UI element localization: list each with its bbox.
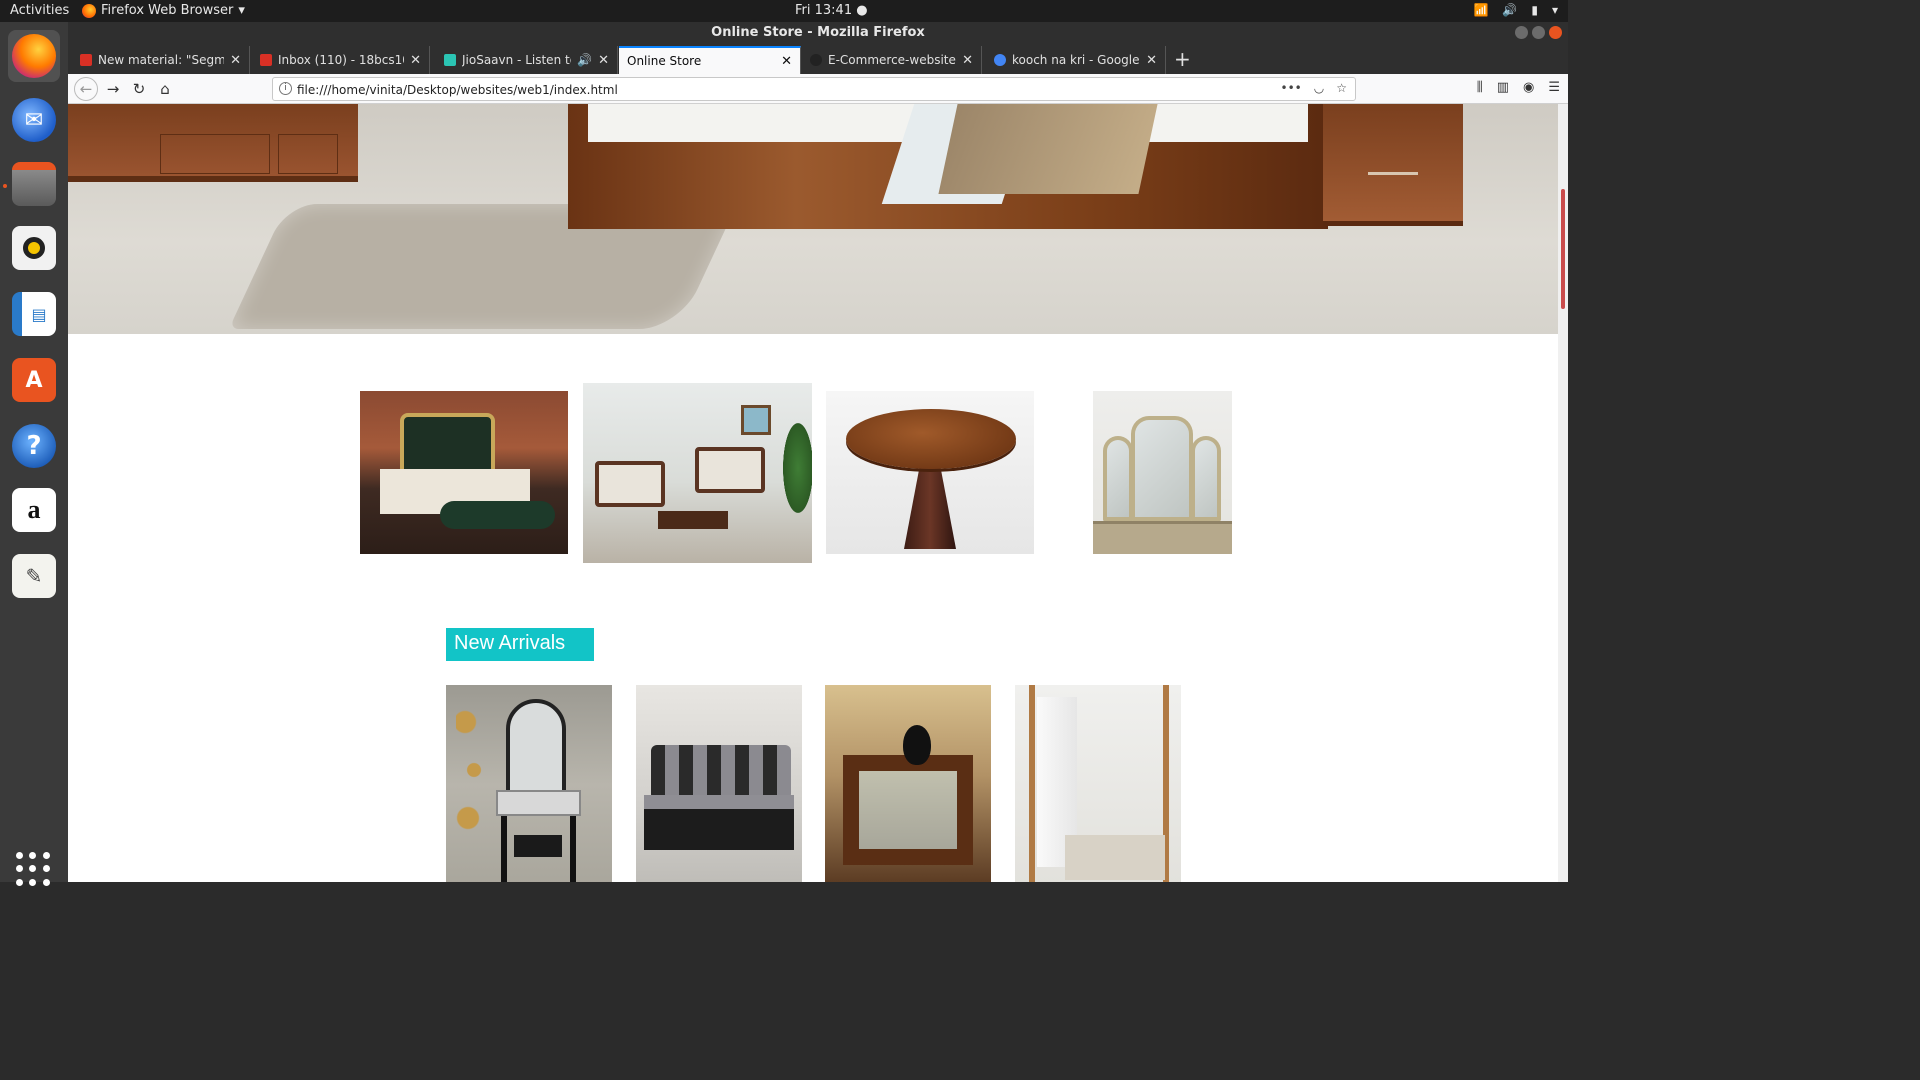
chevron-down-icon: ▾ [238, 3, 245, 18]
tab-title: E-Commerce-website-us [828, 53, 956, 67]
text-editor-icon: ✎ [12, 554, 56, 598]
product-glass-table-image[interactable] [825, 685, 991, 882]
category-table-image[interactable] [826, 391, 1034, 554]
help-icon: ? [12, 424, 56, 468]
maximize-button[interactable] [1532, 26, 1545, 39]
close-tab-icon[interactable]: ✕ [410, 53, 421, 68]
more-actions-icon[interactable]: ••• [1281, 81, 1302, 95]
nightstand-graphic [1323, 104, 1463, 226]
running-indicator [3, 184, 7, 188]
hamburger-menu-icon[interactable]: ☰ [1548, 80, 1560, 95]
sidebar-icon[interactable]: ▥ [1497, 80, 1509, 95]
product-sectional-sofa-image[interactable] [636, 685, 802, 882]
category-living-room-image[interactable] [583, 383, 812, 563]
toolbar-right: ⫼ ▥ ◉ ☰ [1477, 80, 1560, 95]
tab-gmail-material[interactable]: New material: "Segment ✕ [72, 46, 250, 74]
app-menu-label: Firefox Web Browser [101, 3, 234, 18]
clock-label: Fri 13:41 [795, 3, 853, 18]
forward-button[interactable]: → [102, 79, 124, 99]
thunderbird-icon: ✉ [12, 98, 56, 142]
window-title: Online Store - Mozilla Firefox [711, 25, 925, 40]
clock[interactable]: Fri 13:41 ● [795, 3, 868, 18]
activities-button[interactable]: Activities [10, 3, 69, 18]
url-input[interactable] [297, 81, 1257, 98]
tab-title: kooch na kri - Google Sea [1012, 53, 1140, 67]
software-center-icon: A [12, 358, 56, 402]
tab-title: Online Store [627, 54, 702, 68]
dock-text-editor[interactable]: ✎ [8, 550, 60, 602]
system-top-bar: Activities Firefox Web Browser ▾ Fri 13:… [0, 0, 1568, 22]
window-controls [1515, 26, 1562, 39]
dock-firefox[interactable] [8, 30, 60, 82]
tab-title: Inbox (110) - 18bcs109@ [278, 53, 404, 67]
close-tab-icon[interactable]: ✕ [598, 53, 609, 68]
back-button[interactable]: ← [74, 77, 98, 101]
home-button[interactable]: ⌂ [154, 79, 176, 99]
close-tab-icon[interactable]: ✕ [1146, 53, 1157, 68]
firefox-icon [82, 3, 96, 18]
dock: ✉ ▤ A ? a ✎ [0, 22, 68, 886]
firefox-icon [12, 34, 56, 78]
dock-writer[interactable]: ▤ [8, 288, 60, 340]
tab-bar: New material: "Segment ✕ Inbox (110) - 1… [68, 44, 1568, 74]
tab-jiosaavn[interactable]: JioSaavn - Listen to N 🔊 ✕ [436, 46, 618, 74]
tab-github-ecommerce[interactable]: E-Commerce-website-us ✕ [802, 46, 982, 74]
site-info-icon[interactable]: i [279, 82, 292, 95]
chevron-down-icon: ▾ [1551, 3, 1558, 17]
category-bedroom-image[interactable] [360, 391, 568, 554]
close-tab-icon[interactable]: ✕ [230, 53, 241, 68]
reload-button[interactable]: ↻ [128, 79, 150, 99]
dock-files[interactable] [8, 158, 60, 210]
github-icon [810, 54, 822, 66]
dock-amazon[interactable]: a [8, 484, 60, 536]
volume-icon: 🔊 [1502, 3, 1518, 17]
bookmark-star-icon[interactable]: ☆ [1336, 81, 1347, 95]
tab-title: JioSaavn - Listen to N [462, 53, 571, 67]
page-scrollbar[interactable] [1558, 104, 1568, 882]
close-tab-icon[interactable]: ✕ [962, 53, 973, 68]
dock-rhythmbox[interactable] [8, 222, 60, 274]
product-canopy-bed-image[interactable] [1015, 685, 1181, 882]
close-window-button[interactable] [1549, 26, 1562, 39]
writer-icon: ▤ [12, 292, 56, 336]
tab-google-search[interactable]: kooch na kri - Google Sea ✕ [986, 46, 1166, 74]
system-tray[interactable]: 📶 🔊 ▮ ▾ [1473, 3, 1558, 17]
dock-help[interactable]: ? [8, 420, 60, 472]
minimize-button[interactable] [1515, 26, 1528, 39]
page-content: New Arrivals [68, 104, 1558, 882]
gmail-icon [260, 54, 272, 66]
app-menu[interactable]: Firefox Web Browser ▾ [82, 3, 245, 18]
dresser-graphic [68, 104, 358, 182]
amazon-icon: a [12, 488, 56, 532]
battery-icon: ▮ [1531, 3, 1538, 17]
tab-title: New material: "Segment [98, 53, 225, 67]
scrollbar-thumb[interactable] [1561, 189, 1565, 309]
jiosaavn-icon [444, 54, 456, 66]
navigation-toolbar: ← → ↻ ⌂ i ••• ◡ ☆ ⫼ ▥ ◉ ☰ [68, 74, 1568, 104]
gmail-icon [80, 54, 92, 66]
wifi-icon: 📶 [1473, 3, 1489, 17]
blanket-graphic [938, 104, 1158, 194]
speaker-icon[interactable]: 🔊 [577, 53, 592, 67]
url-bar[interactable]: i ••• ◡ ☆ [272, 77, 1356, 101]
close-tab-icon[interactable]: ✕ [781, 54, 792, 69]
show-applications-button[interactable] [16, 852, 50, 886]
account-icon[interactable]: ◉ [1523, 80, 1534, 95]
tab-gmail-inbox[interactable]: Inbox (110) - 18bcs109@ ✕ [252, 46, 430, 74]
category-mirror-image[interactable] [1093, 391, 1232, 554]
page-actions: ••• ◡ ☆ [1281, 81, 1347, 95]
dock-thunderbird[interactable]: ✉ [8, 94, 60, 146]
dock-software[interactable]: A [8, 354, 60, 406]
pocket-icon[interactable]: ◡ [1314, 81, 1324, 95]
files-icon [12, 162, 56, 206]
rhythmbox-icon [12, 226, 56, 270]
window-titlebar[interactable]: Online Store - Mozilla Firefox [68, 22, 1568, 44]
hero-banner-image [68, 104, 1558, 334]
tab-online-store[interactable]: Online Store ✕ [619, 46, 801, 74]
new-arrivals-heading: New Arrivals [446, 628, 594, 661]
new-tab-button[interactable]: + [1174, 48, 1191, 70]
google-icon [994, 54, 1006, 66]
library-icon[interactable]: ⫼ [1477, 80, 1483, 95]
product-dressing-table-image[interactable] [446, 685, 612, 882]
